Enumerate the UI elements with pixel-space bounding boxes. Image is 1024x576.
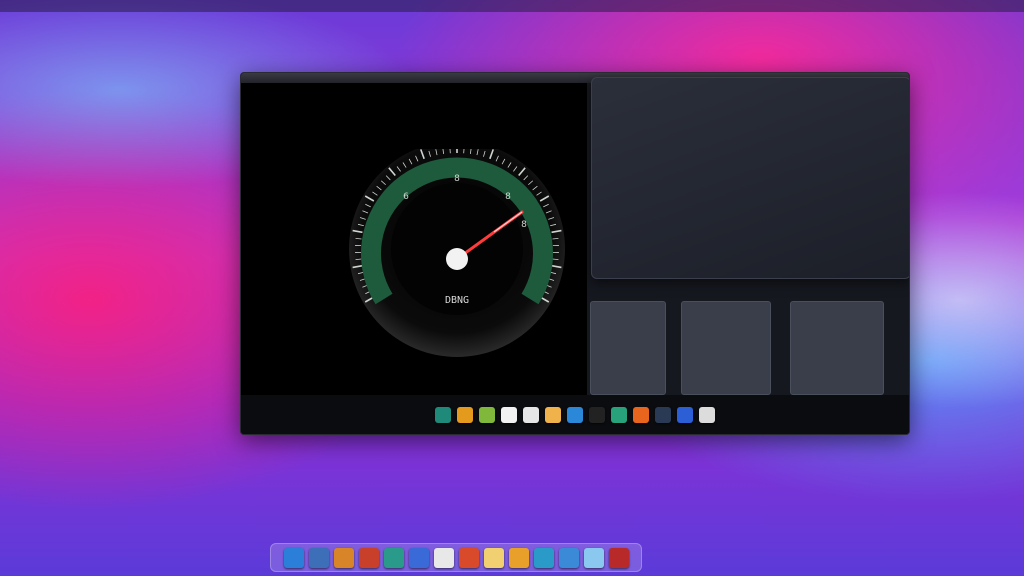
main-dock bbox=[270, 543, 642, 572]
gauge-tick-label: 8 bbox=[505, 192, 511, 202]
app-icon-11[interactable] bbox=[655, 406, 671, 423]
info-pane bbox=[587, 77, 909, 395]
panel-tile[interactable] bbox=[590, 301, 666, 395]
app-icon-2[interactable] bbox=[457, 406, 473, 423]
app-icon-8[interactable] bbox=[589, 406, 605, 423]
app-icon-1[interactable] bbox=[435, 406, 451, 423]
app-icon-10[interactable] bbox=[633, 406, 649, 423]
app-icon-g[interactable] bbox=[433, 547, 454, 568]
gauge-readout: DBNG bbox=[445, 295, 469, 306]
info-card bbox=[591, 77, 909, 279]
gauge-hub bbox=[446, 248, 468, 270]
app-icon-5[interactable] bbox=[523, 406, 539, 423]
app-icon-d[interactable] bbox=[358, 547, 379, 568]
gauge-tick-label: 8 bbox=[521, 220, 527, 230]
gauge-pane: 6 8 8 8 DBNG bbox=[241, 83, 587, 395]
menu-bar bbox=[0, 0, 1024, 12]
gauge-tick-label: 6 bbox=[403, 192, 409, 202]
app-icon-9[interactable] bbox=[611, 406, 627, 423]
app-icon-6[interactable] bbox=[545, 406, 561, 423]
app-icon-h[interactable] bbox=[458, 547, 479, 568]
panel-tile[interactable] bbox=[681, 301, 771, 395]
app-icon-m[interactable] bbox=[583, 547, 604, 568]
app-icon-j[interactable] bbox=[508, 547, 529, 568]
app-icon-4[interactable] bbox=[501, 406, 517, 423]
app-icon-b[interactable] bbox=[308, 547, 329, 568]
gauge-tick-label: 8 bbox=[454, 174, 460, 184]
speed-gauge: 6 8 8 8 DBNG bbox=[349, 149, 565, 357]
trash-icon[interactable] bbox=[608, 547, 629, 568]
app-icon-13[interactable] bbox=[699, 406, 715, 423]
app-icon-f[interactable] bbox=[408, 547, 429, 568]
panel-tile[interactable] bbox=[790, 301, 884, 395]
app-icon-k[interactable] bbox=[533, 547, 554, 568]
window-dock bbox=[241, 395, 909, 434]
app-icon-i[interactable] bbox=[483, 547, 504, 568]
app-icon-l[interactable] bbox=[558, 547, 579, 568]
app-icon-c[interactable] bbox=[333, 547, 354, 568]
app-icon-3[interactable] bbox=[479, 406, 495, 423]
app-window: 6 8 8 8 DBNG bbox=[240, 72, 910, 435]
app-icon-7[interactable] bbox=[567, 406, 583, 423]
finder-icon[interactable] bbox=[283, 547, 304, 568]
app-icon-12[interactable] bbox=[677, 406, 693, 423]
app-icon-e[interactable] bbox=[383, 547, 404, 568]
